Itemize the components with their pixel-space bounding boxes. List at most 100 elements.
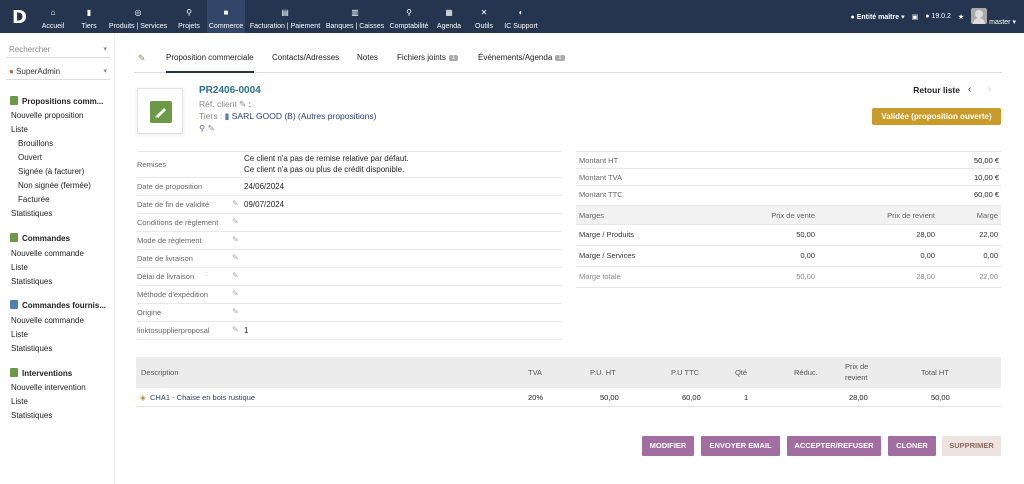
section-orders[interactable]: Commandes — [10, 233, 70, 243]
link-proposal-stats[interactable]: Statistiques — [11, 209, 52, 218]
amount-row: Montant TTC 60,00 € — [576, 185, 1001, 202]
link-open[interactable]: Ouvert — [18, 153, 42, 162]
lines-table-header: Description TVA P.U. HT P.U TTC Qté Rédu… — [136, 357, 1001, 388]
tab-notes[interactable]: Notes — [357, 53, 378, 62]
field-row: linktosupplierproposal ✎ 1 — [137, 321, 562, 339]
tiers-link[interactable]: SARL GOOD (B) (Autres propositions) — [232, 111, 377, 121]
topmenu-outils[interactable]: ✕ Outils — [473, 0, 495, 33]
tab-events[interactable]: Événements/Agenda 1 — [478, 53, 565, 62]
user-select[interactable]: ● SuperAdmin ▾ — [6, 65, 110, 80]
topmenu-tiers[interactable]: ▮ Tiers — [78, 0, 100, 33]
project-icon: ⚲ — [199, 123, 206, 133]
search-select[interactable]: Rechercher ▾ — [6, 43, 110, 58]
product-icon: ◈ — [140, 393, 146, 402]
edit-pencil-icon[interactable]: ✎ — [239, 99, 246, 109]
tab-files[interactable]: Fichiers joints 1 — [397, 53, 459, 62]
edit-pencil-icon[interactable]: ✎ — [232, 199, 239, 208]
edit-pencil-icon[interactable]: ✎ — [208, 123, 215, 133]
topmenu-label: Produits | Services — [108, 23, 168, 30]
suitcase-icon: ■ — [223, 8, 229, 17]
tools-icon: ✕ — [480, 8, 488, 17]
margin-row: Marge / Services 0,00 0,00 0,00 — [576, 245, 1001, 266]
accept-refuse-button[interactable]: ACCEPTER/REFUSER — [787, 436, 881, 456]
link-intervention-list[interactable]: Liste — [11, 397, 28, 406]
app-logo[interactable]: D — [12, 7, 27, 28]
left-menu: Rechercher ▾ ● SuperAdmin ▾ Propositions… — [0, 33, 115, 484]
bookmark-star-icon[interactable]: ★ — [958, 13, 964, 21]
topmenu-label: Banques | Caisses — [325, 23, 385, 30]
print-icon[interactable]: ▣ — [912, 13, 919, 21]
topmenu-banques-caisses[interactable]: ▥ Banques | Caisses — [325, 0, 385, 33]
chevron-down-icon: ▾ — [103, 46, 107, 53]
link-supplier-order-stats[interactable]: Statistiques — [11, 344, 52, 353]
proposal-tab-icon: ✎ — [138, 53, 146, 63]
topmenu-comptabilit-[interactable]: ⚲ Comptabilité — [388, 0, 430, 33]
chevron-down-icon: ▾ — [103, 68, 107, 75]
link-billed[interactable]: Facturée — [18, 195, 50, 204]
topmenu-projets[interactable]: ⚲ Projets — [176, 0, 202, 33]
link-order-stats[interactable]: Statistiques — [11, 277, 52, 286]
cube-icon: ◎ — [134, 8, 142, 17]
send-email-button[interactable]: ENVOYER EMAIL — [701, 436, 780, 456]
product-link[interactable]: CHA1 - Chaise en bois rustique — [150, 393, 255, 402]
link-order-list[interactable]: Liste — [11, 263, 28, 272]
bank-icon: ▥ — [351, 8, 359, 17]
status-badge: Validée (proposition ouverte) — [872, 108, 1001, 125]
proposal-thumbnail — [137, 88, 183, 134]
section-supplier-orders[interactable]: Commandes fournis... — [10, 300, 106, 310]
events-count-badge: 1 — [555, 55, 565, 61]
field-row: Date de livraison ✎ — [137, 249, 562, 267]
chevron-left-icon[interactable]: ‹ — [968, 84, 971, 95]
back-to-list-link[interactable]: Retour liste — [913, 85, 960, 95]
tab-proposal[interactable]: Proposition commerciale — [166, 53, 254, 73]
user-menu[interactable]: master ▾ — [971, 7, 1016, 26]
clone-button[interactable]: CLONER — [888, 436, 936, 456]
tab-contacts[interactable]: Contacts/Adresses — [272, 53, 339, 62]
field-row: Origine ✎ — [137, 303, 562, 321]
topmenu-ic-support[interactable]: ◐ IC Support — [503, 0, 539, 33]
edit-pencil-icon[interactable]: ✎ — [232, 217, 239, 226]
chevron-right-icon[interactable]: › — [988, 84, 991, 95]
avatar — [971, 7, 988, 24]
topmenu-accueil[interactable]: ⌂ Accueil — [38, 0, 68, 33]
edit-pencil-icon[interactable]: ✎ — [232, 289, 239, 298]
tab-bar: ✎ Proposition commerciale Contacts/Adres… — [134, 45, 1002, 73]
field-row: Date de proposition 24/06/2024 — [137, 177, 562, 195]
proposal-ref[interactable]: PR2406-0004 — [199, 85, 261, 96]
link-new-proposal[interactable]: Nouvelle proposition — [11, 111, 84, 120]
company-icon: ▮ — [224, 111, 230, 121]
version-label: ● 19.0.2 — [925, 13, 951, 20]
intervention-icon — [10, 368, 18, 377]
link-new-supplier-order[interactable]: Nouvelle commande — [11, 316, 84, 325]
project-line: ⚲ ✎ — [199, 123, 215, 134]
section-interventions[interactable]: Interventions — [10, 368, 72, 378]
link-not-signed[interactable]: Non signée (fermée) — [18, 181, 91, 190]
link-drafts[interactable]: Brouillons — [18, 139, 53, 148]
project-icon: ⚲ — [186, 8, 192, 17]
field-row: Mode de règlement ✎ — [137, 231, 562, 249]
margin-row: Marge / Produits 50,00 28,00 22,00 — [576, 224, 1001, 245]
link-supplier-order-list[interactable]: Liste — [11, 330, 28, 339]
link-new-intervention[interactable]: Nouvelle intervention — [11, 383, 86, 392]
topmenu-facturation-paiement[interactable]: ▤ Facturation | Paiement — [247, 0, 323, 33]
topmenu-agenda[interactable]: ▦ Agenda — [435, 0, 463, 33]
help-icon[interactable]: ◌ — [204, 271, 208, 278]
topmenu-commerce[interactable]: ■ Commerce — [207, 0, 245, 33]
delete-button[interactable]: SUPPRIMER — [942, 436, 1001, 456]
modify-button[interactable]: MODIFIER — [642, 436, 694, 456]
section-propositions[interactable]: Propositions comm... — [10, 96, 103, 106]
info-icon: ● — [925, 13, 930, 20]
field-row: Date de fin de validité ✎ 09/07/2024 — [137, 195, 562, 213]
edit-pencil-icon[interactable]: ✎ — [232, 271, 239, 280]
edit-pencil-icon[interactable]: ✎ — [232, 307, 239, 316]
edit-pencil-icon[interactable]: ✎ — [232, 325, 239, 334]
entity-selector[interactable]: ● Entité maître ▾ — [851, 13, 905, 21]
link-new-order[interactable]: Nouvelle commande — [11, 249, 84, 258]
field-row: Délai de livraison ◌ ✎ — [137, 267, 562, 285]
edit-pencil-icon[interactable]: ✎ — [232, 253, 239, 262]
link-proposal-list[interactable]: Liste — [11, 125, 28, 134]
link-signed[interactable]: Signée (à facturer) — [18, 167, 84, 176]
edit-pencil-icon[interactable]: ✎ — [232, 235, 239, 244]
link-intervention-stats[interactable]: Statistiques — [11, 411, 52, 420]
topmenu-produits-services[interactable]: ◎ Produits | Services — [107, 0, 169, 33]
